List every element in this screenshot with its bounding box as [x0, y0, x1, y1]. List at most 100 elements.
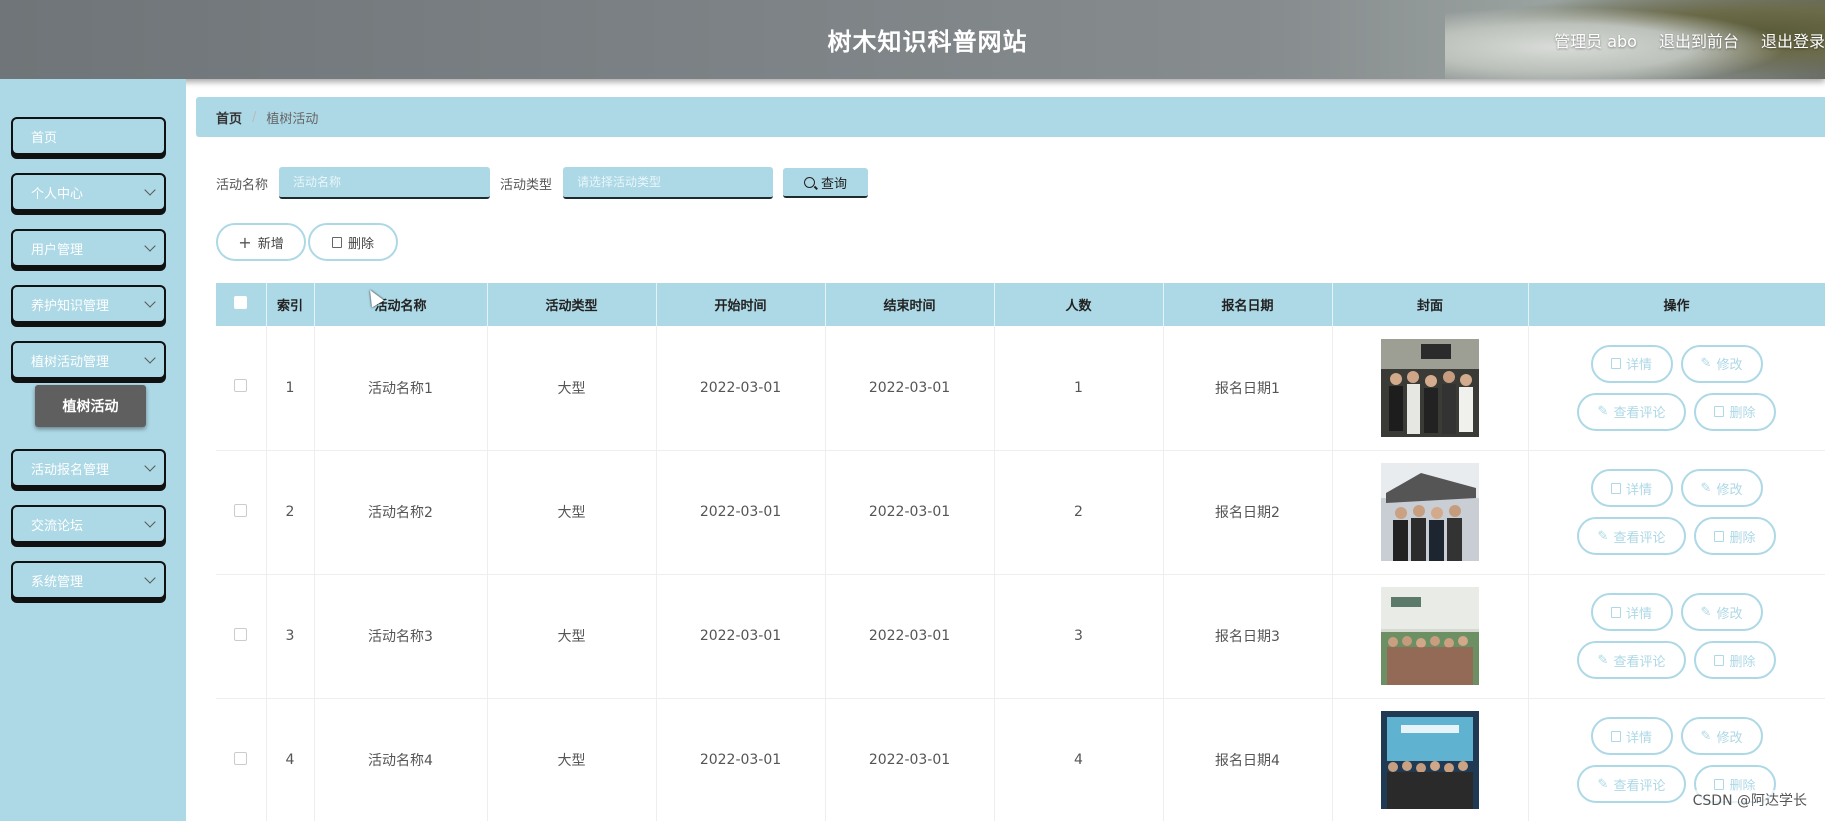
trash-icon — [1714, 530, 1725, 542]
cell-index: 4 — [266, 698, 315, 821]
sidebar-item-user-management[interactable]: 用户管理 — [11, 229, 166, 267]
delete-label: 删除 — [1729, 654, 1756, 670]
delete-button[interactable]: 删除 — [1694, 392, 1776, 431]
row-checkbox[interactable] — [234, 503, 248, 517]
delete-button[interactable]: 删除 — [1694, 517, 1776, 555]
row-checkbox[interactable] — [234, 379, 248, 393]
cell-count: 1 — [994, 326, 1164, 451]
chevron-down-icon — [144, 240, 156, 252]
cover-image[interactable] — [1381, 338, 1479, 437]
cell-cover — [1332, 326, 1529, 451]
sidebar-item-care-knowledge[interactable]: 养护知识管理 — [11, 285, 166, 323]
cell-start: 2022-03-01 — [656, 326, 826, 451]
sidebar: 首页 个人中心 用户管理 养护知识管理 植树活动管理 植树活动 活动报名管理 交… — [0, 79, 186, 821]
chevron-down-icon — [144, 572, 156, 584]
edit-button[interactable]: ✎ 修改 — [1680, 717, 1763, 755]
chevron-down-icon — [144, 516, 156, 528]
back-to-front-link[interactable]: 退出到前台 — [1659, 28, 1739, 52]
query-button[interactable]: 查询 — [783, 168, 869, 198]
cell-end: 2022-03-01 — [825, 326, 995, 451]
cell-cover — [1332, 574, 1529, 699]
delete-button-label: 删除 — [347, 236, 374, 252]
plus-icon: + — [238, 232, 252, 252]
comments-label: 查看评论 — [1613, 406, 1666, 422]
delete-label: 删除 — [1729, 530, 1756, 546]
cell-count: 4 — [994, 698, 1164, 821]
cell-type: 大型 — [487, 450, 657, 575]
breadcrumb-home[interactable]: 首页 — [216, 108, 242, 127]
pencil-icon: ✎ — [1597, 404, 1609, 420]
detail-button[interactable]: 详情 — [1590, 593, 1673, 631]
sidebar-item-label: 个人中心 — [31, 186, 84, 202]
pencil-icon: ✎ — [1597, 776, 1609, 792]
admin-user-label: 管理员 abo — [1554, 32, 1637, 51]
cell-operations: 详情 ✎ 修改 ✎ 查看评论 删除 — [1528, 574, 1825, 699]
view-comments-button[interactable]: ✎ 查看评论 — [1577, 392, 1686, 431]
activity-type-label: 活动类型 — [500, 177, 553, 193]
sidebar-item-system[interactable]: 系统管理 — [11, 561, 166, 599]
edit-button[interactable]: ✎ 修改 — [1680, 344, 1763, 383]
activity-type-select[interactable] — [563, 167, 774, 199]
view-comments-button[interactable]: ✎ 查看评论 — [1577, 641, 1686, 679]
site-title: 树木知识科普网站 — [827, 28, 1028, 56]
cell-name: 活动名称2 — [314, 450, 488, 575]
column-header: 结束时间 — [825, 283, 995, 326]
logout-link[interactable]: 退出登录 — [1761, 28, 1825, 52]
sidebar-item-forum[interactable]: 交流论坛 — [11, 505, 166, 543]
trash-icon — [1714, 406, 1725, 418]
cover-image[interactable] — [1381, 711, 1479, 809]
edit-button[interactable]: ✎ 修改 — [1680, 593, 1763, 631]
detail-label: 详情 — [1625, 606, 1652, 622]
cell-cover — [1332, 450, 1529, 575]
search-bar: 活动名称 活动类型 查询 — [216, 166, 869, 200]
search-icon — [804, 176, 816, 188]
detail-button[interactable]: 详情 — [1590, 469, 1673, 507]
cell-name: 活动名称4 — [314, 698, 488, 821]
pencil-icon: ✎ — [1597, 528, 1609, 544]
row-checkbox[interactable] — [234, 751, 248, 765]
cell-operations: 详情 ✎ 修改 ✎ 查看评论 删除 — [1528, 326, 1825, 451]
sidebar-item-home[interactable]: 首页 — [11, 117, 166, 155]
detail-button[interactable]: 详情 — [1590, 344, 1673, 383]
cell-end: 2022-03-01 — [825, 574, 995, 699]
table-header-row: 索引 活动名称 活动类型 开始时间 结束时间 人数 报名日期 封面 操作 — [216, 283, 1825, 326]
cover-image[interactable] — [1381, 587, 1479, 685]
select-all-checkbox[interactable] — [234, 296, 248, 309]
sidebar-item-label: 系统管理 — [31, 574, 84, 590]
view-comments-button[interactable]: ✎ 查看评论 — [1577, 517, 1686, 555]
sidebar-subitem-planting-activity[interactable]: 植树活动 — [35, 385, 146, 427]
row-select-cell — [216, 574, 267, 699]
activity-table: 索引 活动名称 活动类型 开始时间 结束时间 人数 报名日期 封面 操作 1 活… — [216, 283, 1825, 821]
cell-index: 2 — [266, 450, 315, 575]
comments-label: 查看评论 — [1613, 778, 1666, 794]
column-header: 报名日期 — [1163, 283, 1333, 326]
batch-delete-button[interactable]: 删除 — [308, 223, 398, 261]
row-checkbox[interactable] — [234, 627, 248, 641]
delete-button[interactable]: 删除 — [1694, 641, 1776, 679]
detail-button[interactable]: 详情 — [1590, 717, 1673, 755]
sidebar-item-registration[interactable]: 活动报名管理 — [11, 449, 166, 487]
cell-type: 大型 — [487, 698, 657, 821]
breadcrumb-current: 植树活动 — [266, 111, 319, 127]
detail-label: 详情 — [1625, 730, 1652, 746]
add-button-label: 新增 — [257, 236, 284, 252]
query-button-label: 查询 — [821, 176, 848, 192]
cover-image[interactable] — [1381, 463, 1479, 561]
edit-label: 修改 — [1716, 606, 1743, 622]
activity-name-input[interactable] — [279, 167, 491, 199]
column-header: 索引 — [266, 283, 315, 326]
edit-button[interactable]: ✎ 修改 — [1680, 469, 1763, 507]
add-button[interactable]: + 新增 — [216, 223, 306, 261]
view-comments-button[interactable]: ✎ 查看评论 — [1577, 765, 1686, 803]
row-select-cell — [216, 326, 267, 451]
table-row: 3 活动名称3 大型 2022-03-01 2022-03-01 3 报名日期3 — [216, 574, 1825, 699]
cell-date: 报名日期2 — [1163, 450, 1333, 575]
column-header: 封面 — [1332, 283, 1529, 326]
sidebar-item-label: 养护知识管理 — [31, 298, 110, 314]
cell-start: 2022-03-01 — [656, 574, 826, 699]
edit-label: 修改 — [1716, 730, 1743, 746]
sidebar-item-personal-center[interactable]: 个人中心 — [11, 173, 166, 211]
sidebar-item-planting-activity[interactable]: 植树活动管理 — [11, 341, 166, 379]
activity-name-label: 活动名称 — [216, 177, 269, 193]
sidebar-item-label: 首页 — [31, 130, 58, 146]
